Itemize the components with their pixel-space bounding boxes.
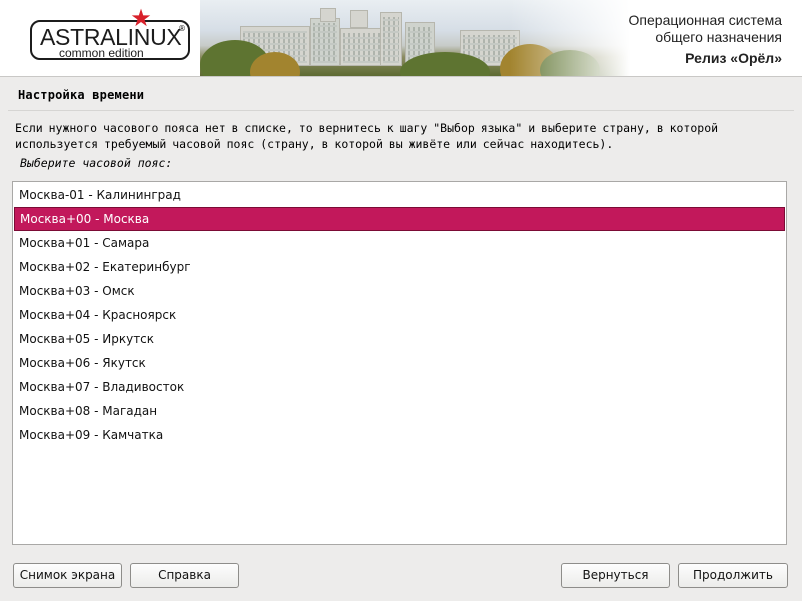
screenshot-button[interactable]: Снимок экрана: [13, 563, 122, 588]
release-name: Релиз «Орёл»: [685, 50, 782, 66]
timezone-list-item[interactable]: Москва+01 - Самара: [14, 231, 785, 255]
timezone-list[interactable]: Москва-01 - Калининград Москва+00 - Москв…: [12, 181, 787, 545]
timezone-prompt: Выберите часовой пояс:: [20, 156, 173, 170]
timezone-list-item[interactable]: Москва+02 - Екатеринбург: [14, 255, 785, 279]
release-info: Операционная система общего назначения Р…: [629, 12, 782, 66]
timezone-list-item[interactable]: Москва+05 - Иркутск: [14, 327, 785, 351]
continue-button[interactable]: Продолжить: [678, 563, 788, 588]
page-title: Настройка времени: [18, 88, 145, 102]
timezone-list-item[interactable]: Москва+08 - Магадан: [14, 399, 785, 423]
timezone-list-item[interactable]: Москва+09 - Камчатка: [14, 423, 785, 447]
logo-registered-mark: ®: [178, 24, 186, 33]
banner-divider: [0, 76, 802, 77]
timezone-list-item[interactable]: Москва+06 - Якутск: [14, 351, 785, 375]
timezone-list-item[interactable]: Москва+00 - Москва: [14, 207, 785, 231]
timezone-list-item[interactable]: Москва+04 - Красноярск: [14, 303, 785, 327]
instructions-text: Если нужного часового пояса нет в списке…: [15, 121, 719, 151]
os-name-line2: общего назначения: [655, 29, 782, 45]
help-button[interactable]: Справка: [130, 563, 239, 588]
city-photo: [200, 0, 630, 76]
header-banner: ★ ASTRALINUX ® common edition Операционн…: [0, 0, 802, 76]
timezone-list-item[interactable]: Москва+03 - Омск: [14, 279, 785, 303]
timezone-list-item[interactable]: Москва-01 - Калининград: [14, 183, 785, 207]
logo-subtitle: common edition: [59, 46, 144, 60]
timezone-list-item[interactable]: Москва+07 - Владивосток: [14, 375, 785, 399]
astra-linux-logo: ★ ASTRALINUX ® common edition: [30, 6, 190, 60]
os-name-line1: Операционная система: [628, 12, 782, 28]
back-button[interactable]: Вернуться: [561, 563, 670, 588]
title-separator: [8, 110, 794, 111]
